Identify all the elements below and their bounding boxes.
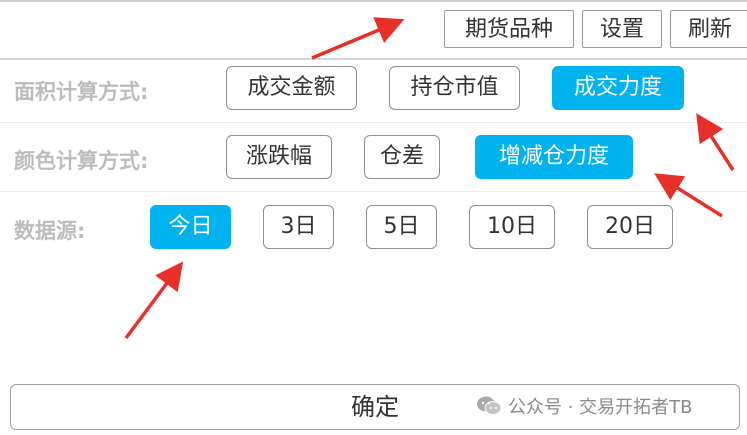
color-option-position-diff[interactable]: 仓差 — [364, 135, 440, 179]
data-source-label: 数据源: — [14, 219, 86, 243]
area-calc-label: 面积计算方式: — [14, 80, 149, 104]
data-source-row: 数据源: 今日 3日 5日 10日 20日 — [0, 192, 747, 262]
color-option-position-change-intensity[interactable]: 增减仓力度 — [475, 135, 633, 179]
source-option-today[interactable]: 今日 — [150, 205, 231, 249]
area-option-trade-intensity[interactable]: 成交力度 — [552, 66, 684, 110]
color-calc-row: 颜色计算方式: 涨跌幅 仓差 增减仓力度 — [0, 123, 747, 192]
area-option-turnover[interactable]: 成交金额 — [226, 66, 357, 110]
arrow-to-today — [124, 261, 184, 340]
futures-variety-button[interactable]: 期货品种 — [444, 10, 574, 48]
source-option-20-day[interactable]: 20日 — [587, 205, 673, 249]
refresh-button[interactable]: 刷新 — [670, 10, 747, 48]
source-option-10-day[interactable]: 10日 — [469, 205, 555, 249]
area-option-position-value[interactable]: 持仓市值 — [389, 66, 520, 110]
source-option-3-day[interactable]: 3日 — [263, 205, 334, 249]
settings-button[interactable]: 设置 — [582, 10, 662, 48]
watermark-text: 公众号 · 交易开拓者TB — [508, 397, 693, 418]
source-option-5-day[interactable]: 5日 — [366, 205, 437, 249]
watermark: 公众号 · 交易开拓者TB — [476, 392, 693, 420]
wechat-icon — [477, 396, 502, 415]
area-calc-row: 面积计算方式: 成交金额 持仓市值 成交力度 — [0, 60, 747, 123]
color-option-change-pct[interactable]: 涨跌幅 — [226, 135, 332, 179]
toolbar: 期货品种 设置 刷新 — [0, 2, 747, 60]
color-calc-label: 颜色计算方式: — [14, 149, 149, 173]
